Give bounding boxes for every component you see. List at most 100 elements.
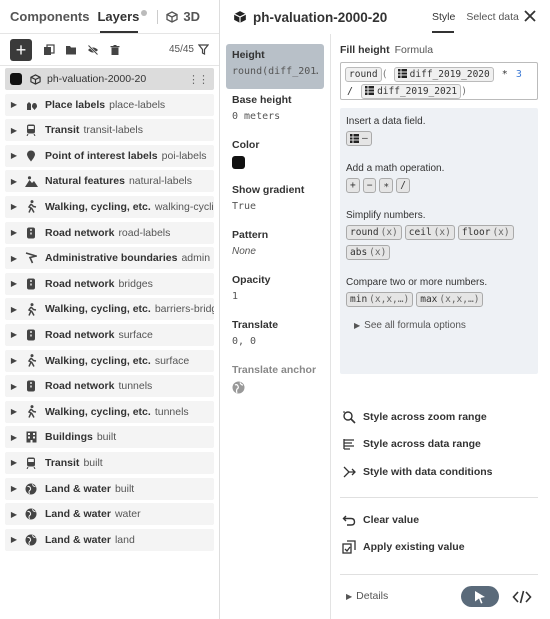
floor-fn-button[interactable]: floor (x) [457, 225, 514, 240]
layer-row[interactable]: ▶ Walking, cycling, etc. surface [5, 349, 214, 372]
expand-caret-icon[interactable]: ▶ [5, 151, 23, 160]
formula-input[interactable]: round( diff_2019_2020 * 3 / diff_2019_20… [340, 62, 538, 100]
drag-handle-icon[interactable]: ⋮⋮ [188, 73, 209, 86]
see-all-formula-options[interactable]: ▶ See all formula options [346, 320, 532, 331]
property-opacity[interactable]: Opacity 1 [226, 269, 324, 314]
property-height[interactable]: Height round(diff_201… [226, 44, 324, 89]
expand-caret-icon[interactable]: ▶ [5, 535, 23, 544]
expand-caret-icon[interactable]: ▶ [5, 433, 23, 442]
layer-id-label: walking-cycling-l [154, 200, 214, 213]
property-color[interactable]: Color [226, 134, 324, 179]
expand-caret-icon[interactable]: ▶ [5, 100, 23, 109]
round-fn-button[interactable]: round (x) [346, 225, 402, 240]
layer-id-label: bridges [118, 277, 153, 290]
expand-caret-icon[interactable]: ▶ [5, 254, 23, 263]
expand-caret-icon[interactable]: ▶ [5, 330, 23, 339]
active-tab-indicator [432, 31, 454, 33]
expand-caret-icon[interactable]: ▶ [5, 382, 23, 391]
layer-row[interactable]: ▶ Land & water built [5, 477, 214, 500]
max-fn-button[interactable]: max (x,x,…) [416, 292, 484, 307]
layer-row[interactable]: ▶ Transit built [5, 451, 214, 474]
tab-select-data[interactable]: Select data [466, 11, 519, 23]
apply-existing-value-button[interactable]: Apply existing value [340, 534, 538, 562]
layer-row[interactable]: ▶ Land & water water [5, 503, 214, 526]
road-icon [23, 278, 39, 290]
clear-value-button[interactable]: Clear value [340, 506, 538, 534]
caret-right-icon: ▶ [346, 592, 353, 601]
duplicate-icon[interactable] [43, 43, 55, 56]
layer-row[interactable]: ▶ Transit transit-labels [5, 119, 214, 142]
layer-group-label: Buildings [45, 431, 93, 444]
pick-on-map-button[interactable] [461, 586, 499, 607]
building-icon [23, 431, 39, 443]
layer-row[interactable]: ▶ Walking, cycling, etc.barriers-bridges [5, 298, 214, 321]
tab-components[interactable]: Components [10, 9, 89, 24]
layer-row[interactable]: ▶ Natural features natural-labels [5, 170, 214, 193]
tab-style[interactable]: Style [432, 11, 455, 23]
layers-panel: Components Layers 3D + 45/45 ph-valuatio… [0, 0, 220, 619]
expand-caret-icon[interactable]: ▶ [5, 177, 23, 186]
property-translate-anchor[interactable]: Translate anchor [226, 359, 324, 404]
undo-icon [342, 515, 356, 526]
tab-layers[interactable]: Layers [97, 9, 148, 24]
layer-row[interactable]: ▶ Walking, cycling, etc. tunnels [5, 400, 214, 423]
details-toggle[interactable]: ▶ Details [340, 590, 388, 602]
layer-row[interactable]: ▶ Administrative boundaries admin [5, 247, 214, 270]
formula-mode-label[interactable]: Formula [395, 44, 434, 56]
abs-fn-button[interactable]: abs (x) [346, 245, 391, 260]
layer-row[interactable]: ▶ Road network tunnels [5, 375, 214, 398]
expand-caret-icon[interactable]: ▶ [5, 228, 23, 237]
expand-caret-icon[interactable]: ▶ [5, 407, 23, 416]
layer-row[interactable]: ▶ Road network road-labels [5, 221, 214, 244]
expand-caret-icon[interactable]: ▶ [5, 126, 23, 135]
style-across-data-range[interactable]: Style across data range [340, 431, 538, 459]
tab-3d[interactable]: 3D [166, 9, 200, 24]
property-base-height[interactable]: Base height 0 meters [226, 89, 324, 134]
add-op-button[interactable]: + [346, 178, 360, 193]
style-with-data-conditions[interactable]: Style with data conditions [340, 458, 538, 486]
pin-icon [23, 150, 39, 162]
expand-caret-icon[interactable]: ▶ [5, 279, 23, 288]
property-translate[interactable]: Translate 0, 0 [226, 314, 324, 359]
expand-caret-icon[interactable]: ▶ [5, 510, 23, 519]
expand-caret-icon[interactable]: ▶ [5, 484, 23, 493]
code-view-icon[interactable] [512, 588, 532, 606]
status-dot [141, 9, 148, 16]
layer-row-selected[interactable]: ph-valuation-2000-20 ⋮⋮ [5, 68, 214, 90]
data-field-token[interactable]: diff_2019_2021 [361, 84, 462, 99]
multiply-op-button[interactable]: ∗ [379, 178, 394, 193]
insert-data-field-button[interactable]: – [346, 131, 372, 146]
expand-caret-icon[interactable]: ▶ [5, 305, 23, 314]
close-icon[interactable] [522, 8, 538, 24]
function-token[interactable]: round [345, 67, 382, 82]
layer-row[interactable]: ▶ Buildings built [5, 426, 214, 449]
add-layer-button[interactable]: + [10, 38, 32, 61]
mountain-icon [23, 175, 39, 187]
divide-op-button[interactable]: / [396, 178, 410, 193]
property-pattern[interactable]: Pattern None [226, 224, 324, 269]
expand-caret-icon[interactable]: ▶ [5, 458, 23, 467]
layer-row[interactable]: ▶ Land & water land [5, 528, 214, 551]
layer-row[interactable]: ▶ Road network surface [5, 323, 214, 346]
layer-row[interactable]: ▶ Road network bridges [5, 272, 214, 295]
property-show-gradient[interactable]: Show gradient True [226, 179, 324, 224]
folder-icon[interactable] [65, 44, 77, 56]
expand-caret-icon[interactable]: ▶ [5, 202, 23, 211]
subtract-op-button[interactable]: − [362, 178, 377, 193]
expand-caret-icon[interactable]: ▶ [5, 356, 23, 365]
filter-icon[interactable] [198, 44, 209, 55]
layer-row[interactable]: ▶ Point of interest labels poi-labels [5, 144, 214, 167]
data-range-icon [343, 439, 354, 450]
road-icon [23, 227, 39, 239]
trash-icon[interactable] [109, 44, 121, 56]
layer-group-label: Road network [45, 380, 115, 393]
style-across-zoom-range[interactable]: Style across zoom range [340, 403, 538, 431]
ceil-fn-button[interactable]: ceil (x) [404, 225, 455, 240]
hide-icon[interactable] [87, 44, 99, 56]
min-fn-button[interactable]: min (x,x,…) [346, 292, 414, 307]
layer-row[interactable]: ▶ Place labels place-labels [5, 93, 214, 116]
tab-divider [157, 9, 159, 24]
data-field-token[interactable]: diff_2019_2020 [393, 67, 494, 82]
simplify-row: round (x) ceil (x) floor (x) [346, 225, 532, 240]
layer-row[interactable]: ▶ Walking, cycling, etc.walking-cycling-l [5, 195, 214, 218]
